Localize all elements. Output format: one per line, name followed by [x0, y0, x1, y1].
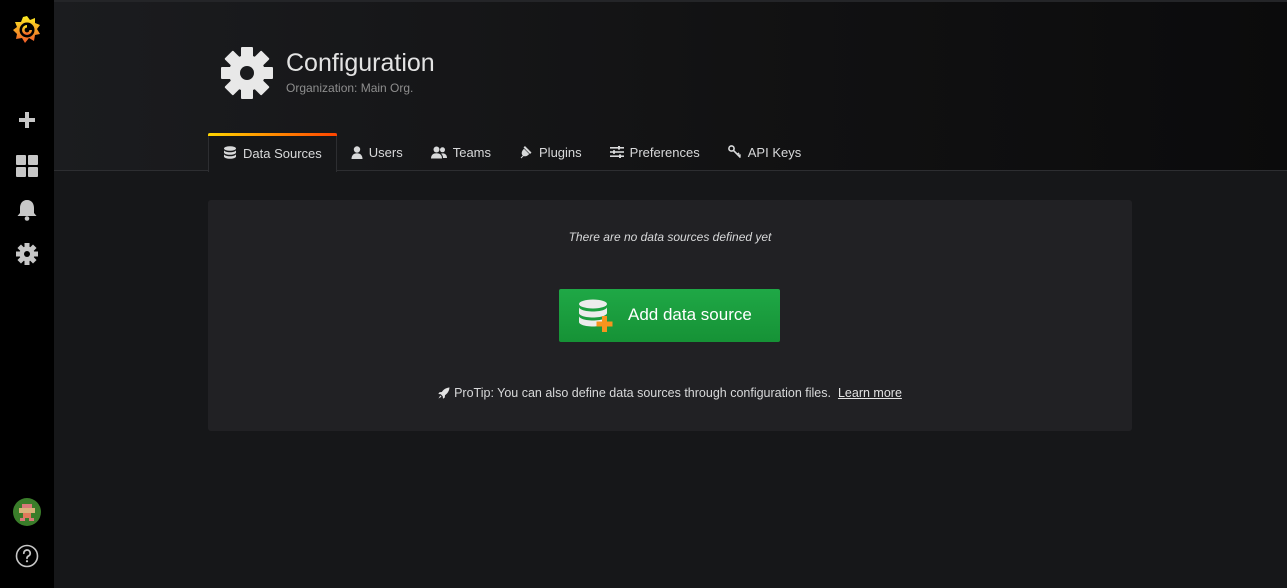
- dashboards-apps-icon[interactable]: [0, 146, 54, 186]
- gear-icon: [220, 46, 274, 100]
- tab-label: Users: [368, 144, 403, 160]
- tab-label: API Keys: [747, 144, 802, 160]
- tab-plugins[interactable]: Plugins: [505, 133, 596, 171]
- rocket-icon: [438, 387, 450, 399]
- page-header: Configuration Organization: Main Org. Da…: [54, 0, 1287, 172]
- tab-preferences[interactable]: Preferences: [596, 133, 714, 171]
- key-icon: [727, 145, 741, 159]
- page-subtitle: Organization: Main Org.: [286, 81, 414, 95]
- plug-icon: [520, 146, 532, 159]
- tab-users[interactable]: Users: [337, 133, 417, 171]
- database-icon: [224, 146, 236, 159]
- protip-text: ProTip: You can also define data sources…: [454, 386, 831, 400]
- configuration-gear-icon[interactable]: [0, 234, 54, 274]
- learn-more-link[interactable]: Learn more: [838, 386, 902, 400]
- add-data-source-button[interactable]: Add data source: [559, 289, 780, 342]
- tab-data-sources[interactable]: Data Sources: [208, 133, 337, 172]
- tab-teams[interactable]: Teams: [417, 133, 505, 171]
- empty-list-cta: There are no data sources defined yet Ad…: [208, 200, 1132, 431]
- tab-api-keys[interactable]: API Keys: [714, 133, 815, 171]
- create-plus-icon[interactable]: [0, 100, 54, 140]
- protip: ProTip: You can also define data sources…: [208, 386, 1132, 400]
- add-data-source-label: Add data source: [628, 305, 752, 324]
- empty-state-title: There are no data sources defined yet: [568, 230, 772, 244]
- tab-label: Data Sources: [243, 145, 322, 161]
- sidemenu: [0, 0, 54, 588]
- tab-label: Plugins: [539, 144, 582, 160]
- users-icon: [430, 146, 447, 158]
- database-plus-icon: [578, 299, 614, 336]
- header-top-border: [54, 0, 1287, 2]
- help-question-circle-icon[interactable]: [0, 536, 54, 576]
- avatar[interactable]: [0, 492, 54, 532]
- user-icon: [351, 145, 363, 159]
- page-title: Configuration: [286, 49, 435, 77]
- alerting-bell-icon[interactable]: [0, 190, 54, 230]
- grafana-logo-icon[interactable]: [0, 10, 54, 50]
- sliders-icon: [609, 146, 624, 158]
- tab-label: Teams: [452, 144, 492, 160]
- tab-label: Preferences: [629, 144, 700, 160]
- tab-bar: Data Sources Users Teams Plugins Prefere…: [208, 133, 815, 172]
- app-root: Configuration Organization: Main Org. Da…: [0, 0, 1287, 588]
